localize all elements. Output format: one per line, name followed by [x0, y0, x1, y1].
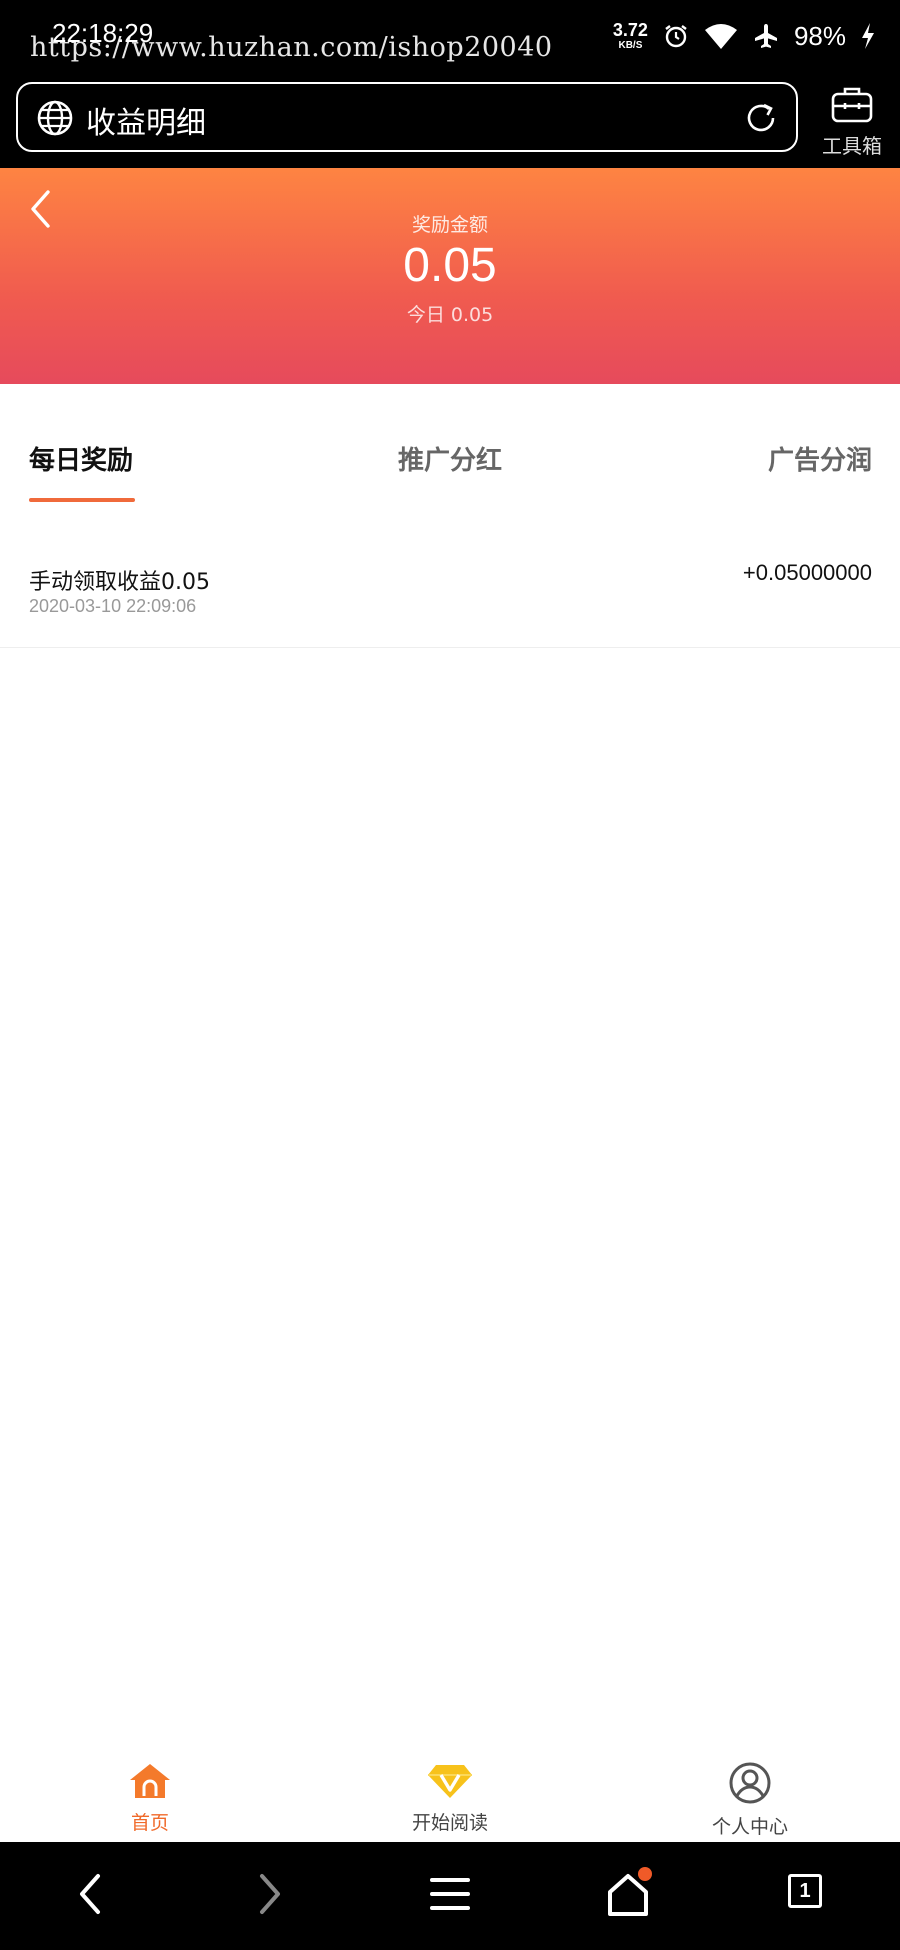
- home-icon: [70, 1762, 230, 1804]
- refresh-icon[interactable]: [742, 99, 780, 141]
- reward-label: 奖励金额: [411, 214, 488, 236]
- nav-start-reading-label: 开始阅读: [411, 1812, 488, 1834]
- list-item: 手动领取收益0.05 2020-03-10 22:09:06 +0.050000…: [0, 530, 900, 648]
- wifi-icon: [704, 22, 738, 50]
- nav-start-reading[interactable]: 开始阅读: [370, 1762, 530, 1835]
- diamond-v-icon: [370, 1762, 530, 1804]
- reward-tabs: 每日奖励 推广分红 广告分润: [0, 384, 900, 504]
- status-bar: 22:18:29 https://www.huzhan.com/ishop200…: [0, 0, 900, 80]
- tab-count: 1: [788, 1874, 822, 1908]
- address-bar[interactable]: 收益明细: [16, 82, 798, 152]
- toolbox-button[interactable]: 工具箱: [812, 80, 892, 160]
- page-title: 收益明细: [86, 106, 206, 141]
- tab-ad-share[interactable]: 广告分润: [768, 440, 872, 477]
- nav-profile-label: 个人中心: [711, 1816, 788, 1838]
- charging-icon: [860, 22, 876, 50]
- reward-header: 奖励金额 0.05 今日 0.05: [0, 168, 900, 384]
- record-title: 手动领取收益0.05: [29, 570, 210, 595]
- toolbox-label: 工具箱: [822, 134, 882, 158]
- tab-switcher-button[interactable]: 1: [788, 1866, 822, 1908]
- status-icons: 3.72 KB/S 98%: [613, 16, 876, 56]
- alarm-icon: [662, 22, 690, 50]
- nav-home-label: 首页: [130, 1812, 169, 1834]
- tab-daily-reward[interactable]: 每日奖励: [29, 440, 133, 477]
- browser-toolbar: 1: [0, 1842, 900, 1950]
- airplane-icon: [752, 22, 780, 50]
- record-time: 2020-03-10 22:09:06: [29, 596, 197, 616]
- user-circle-icon: [670, 1762, 830, 1808]
- globe-icon: [36, 99, 74, 141]
- browser-home-icon[interactable]: [604, 1866, 654, 1926]
- active-tab-indicator: [29, 498, 135, 502]
- url-watermark: https://www.huzhan.com/ishop20040: [30, 32, 553, 63]
- menu-icon[interactable]: [428, 1866, 472, 1926]
- net-speed: 3.72 KB/S: [613, 21, 648, 51]
- net-speed-value: 3.72: [612, 20, 648, 40]
- browser-bar: 收益明细 工具箱: [0, 80, 900, 168]
- briefcase-icon: [812, 84, 892, 128]
- battery-percent: 98%: [793, 20, 846, 51]
- back-icon[interactable]: [72, 1866, 108, 1926]
- nav-home[interactable]: 首页: [70, 1762, 230, 1835]
- nav-profile[interactable]: 个人中心: [670, 1762, 830, 1839]
- bottom-nav: 首页 开始阅读 个人中心: [0, 1746, 900, 1842]
- net-speed-unit: KB/S: [618, 40, 643, 51]
- forward-icon[interactable]: [252, 1866, 288, 1926]
- tab-promotion-dividend[interactable]: 推广分红: [398, 440, 502, 477]
- record-amount: +0.05000000: [742, 560, 872, 585]
- today-reward: 今日 0.05: [406, 304, 494, 326]
- reward-amount: 0.05: [403, 239, 497, 292]
